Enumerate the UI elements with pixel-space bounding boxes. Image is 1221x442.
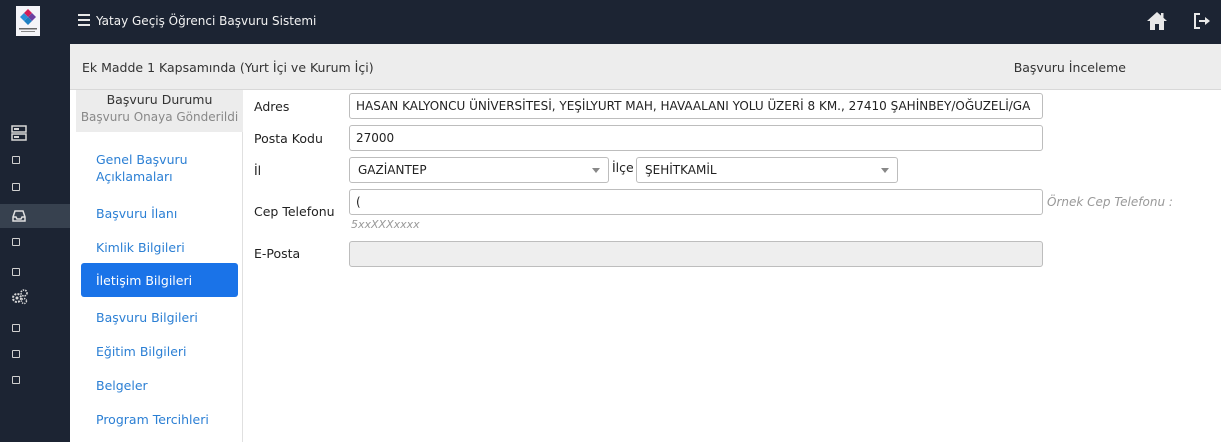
nav-item-education[interactable]: Eğitim Bilgileri — [81, 334, 238, 368]
university-logo[interactable] — [0, 0, 70, 44]
district-select[interactable]: ŞEHİTKAMİL — [636, 157, 898, 183]
district-select-value: ŞEHİTKAMİL — [645, 163, 717, 177]
nav-item-contact[interactable]: İletişim Bilgileri — [81, 263, 238, 297]
square-icon — [12, 156, 20, 164]
postal-code-label: Posta Kodu — [254, 131, 323, 146]
square-icon — [12, 324, 20, 332]
logout-icon[interactable] — [1193, 12, 1211, 30]
home-icon[interactable] — [1146, 10, 1168, 32]
nav-item-general[interactable]: Genel Başvuru Açıklamaları — [81, 150, 238, 186]
left-rail — [0, 44, 70, 442]
page-section-title: Başvuru İnceleme — [1013, 60, 1126, 75]
square-icon — [12, 268, 20, 276]
rail-item[interactable] — [0, 342, 70, 366]
rail-item[interactable] — [0, 148, 70, 172]
nav-item-program[interactable]: Program Tercihleri — [81, 402, 238, 436]
square-icon — [12, 183, 20, 191]
rail-item[interactable] — [0, 230, 70, 254]
nav-item-identity[interactable]: Kimlik Bilgileri — [81, 230, 238, 264]
chevron-down-icon — [881, 168, 889, 173]
mobile-phone-field[interactable]: ( — [349, 189, 1043, 215]
mobile-phone-example: 5xxXXXxxxx — [351, 218, 420, 231]
district-label: İlçe — [612, 160, 634, 175]
rail-item[interactable] — [0, 260, 70, 284]
app-title: Yatay Geçiş Öğrenci Başvuru Sistemi — [96, 14, 317, 28]
chevron-down-icon — [592, 168, 600, 173]
gears-icon[interactable] — [11, 289, 28, 305]
top-bar: Yatay Geçiş Öğrenci Başvuru Sistemi — [0, 0, 1221, 44]
nav-item-documents[interactable]: Belgeler — [81, 368, 238, 402]
mobile-phone-label: Cep Telefonu — [254, 204, 335, 219]
logo-mark-icon — [16, 6, 40, 36]
email-field[interactable] — [349, 241, 1043, 267]
application-status: Başvuru Durumu Başvuru Onaya Gönderildi — [76, 90, 243, 132]
square-icon — [12, 376, 20, 384]
postal-code-field[interactable]: 27000 — [349, 125, 1043, 151]
rail-item-inbox[interactable] — [0, 204, 70, 228]
email-label: E-Posta — [254, 246, 301, 261]
page-header: Ek Madde 1 Kapsamında (Yurt İçi ve Kurum… — [70, 44, 1221, 90]
inbox-icon — [11, 208, 27, 224]
status-title: Başvuru Durumu — [106, 92, 213, 107]
page-subtitle: Ek Madde 1 Kapsamında (Yurt İçi ve Kurum… — [82, 60, 374, 75]
rail-item[interactable] — [0, 175, 70, 199]
rail-item[interactable] — [0, 368, 70, 392]
city-select-value: GAZİANTEP — [358, 163, 427, 177]
mobile-phone-hint: Örnek Cep Telefonu : — [1047, 195, 1173, 209]
hamburger-icon[interactable] — [78, 14, 90, 26]
square-icon — [12, 350, 20, 358]
address-label: Adres — [254, 99, 290, 114]
nav-item-application[interactable]: Başvuru Bilgileri — [81, 300, 238, 334]
server-icon[interactable] — [11, 125, 27, 141]
rail-item[interactable] — [0, 316, 70, 340]
nav-item-announcement[interactable]: Başvuru İlanı — [81, 196, 238, 230]
city-select[interactable]: GAZİANTEP — [349, 157, 609, 183]
square-icon — [12, 238, 20, 246]
address-field[interactable]: HASAN KALYONCU ÜNİVERSİTESİ, YEŞİLYURT M… — [349, 93, 1043, 119]
status-value: Başvuru Onaya Gönderildi — [80, 110, 239, 124]
city-label: İl — [254, 163, 262, 178]
application-nav: Başvuru Durumu Başvuru Onaya Gönderildi … — [76, 90, 243, 442]
